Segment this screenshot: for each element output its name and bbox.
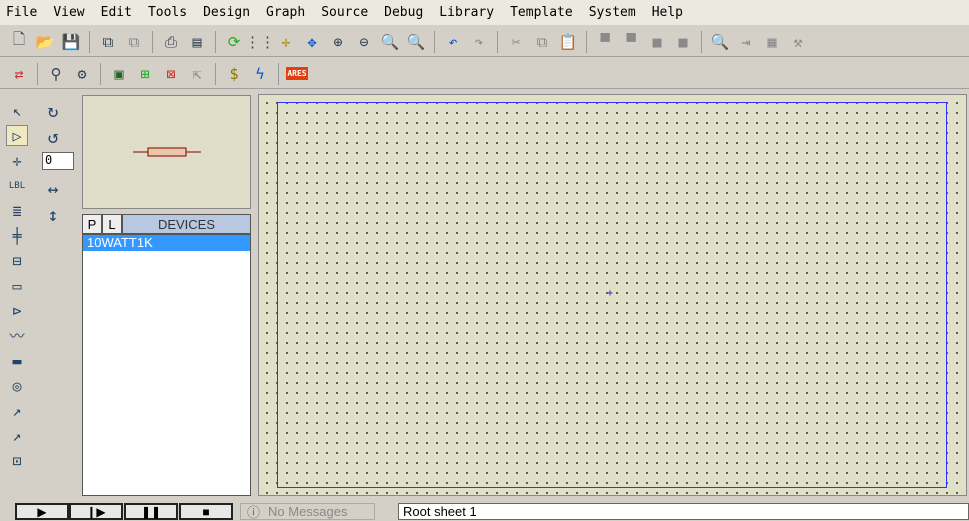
voltage-probe-icon[interactable]: ↗ [6,400,28,421]
step-button[interactable]: ❙▶ [69,503,123,520]
subcircuit-icon[interactable]: ⊟ [6,250,28,271]
exit-to-parent-icon: ⇱ [192,64,202,83]
device-list: 10WATT1K [82,234,251,496]
stop-button[interactable]: ■ [179,503,233,520]
decompose-icon: ⚒ [793,32,803,51]
block-delete-icon: ■ [678,32,688,51]
menu-graph[interactable]: Graph [266,5,305,20]
make-device-icon: ⇥ [741,32,751,51]
library-manager-button[interactable]: L [102,214,122,234]
device-list-item[interactable]: 10WATT1K [83,235,250,251]
package-tool-icon: ▦ [767,32,777,51]
remove-sheet-icon[interactable]: ⊠ [160,63,182,85]
graph-icon[interactable]: 〰 [6,325,28,346]
design-toolbar: ⇄ ⚲ ⚙ ▣ ⊞ ⊠ ⇱ $ ϟ ARES [0,59,969,89]
export-icon: ⧉ [128,32,140,51]
main-toolbar: 🗋 📂 💾 ⧉ ⧉ ⎙ ▤ ⟳ ⋮⋮ ✛ ✥ ⊕ ⊖ 🔍 🔍 ↶ ↷ ✂ ⧉ 📋… [0,27,969,57]
rotation-toolbar: ↻ ↺ 0 ↔ ↕ [42,100,76,230]
new-sheet-icon[interactable]: ⊞ [134,63,156,85]
zoom-out-icon[interactable]: ⊖ [353,31,375,53]
menu-edit[interactable]: Edit [101,5,132,20]
info-icon: ⓘ [247,505,261,520]
wire-autorouter-icon[interactable]: ⇄ [8,63,30,85]
pause-button[interactable]: ❚❚ [124,503,178,520]
zoom-in-icon[interactable]: ⊕ [327,31,349,53]
terminals-icon[interactable]: ▭ [6,275,28,296]
resistor-preview-icon [133,147,201,157]
menu-file[interactable]: File [6,5,37,20]
new-file-icon[interactable]: 🗋 [8,30,30,53]
selection-mode-icon[interactable]: ↖ [6,100,28,121]
rotate-clockwise-icon[interactable]: ↻ [42,100,64,122]
status-bar: ▶ ❙▶ ❚❚ ■ ⓘ No Messages Root sheet 1 [0,500,969,520]
redo-icon: ↷ [474,32,484,51]
text-script-icon[interactable]: ≣ [6,200,28,221]
menu-bar: File View Edit Tools Design Graph Source… [0,0,969,25]
device-pins-icon[interactable]: ⊳ [6,300,28,321]
component-preview [82,95,251,209]
origin-icon[interactable]: ✛ [275,31,297,53]
paste-icon: 📋 [558,32,578,51]
pick-devices-button[interactable]: P [82,214,102,234]
save-icon[interactable]: 💾 [60,31,82,53]
current-probe-icon[interactable]: ↗ [6,425,28,446]
copy-icon: ⧉ [536,32,548,51]
mirror-horizontal-icon[interactable]: ↔ [42,178,64,200]
generator-icon[interactable]: ◎ [6,375,28,396]
mirror-vertical-icon[interactable]: ↕ [42,204,64,226]
block-rotate-icon: ■ [652,32,662,51]
menu-help[interactable]: Help [652,5,683,20]
block-move-icon: ▀ [626,32,636,51]
menu-debug[interactable]: Debug [384,5,423,20]
menu-library[interactable]: Library [439,5,494,20]
menu-source[interactable]: Source [321,5,368,20]
menu-view[interactable]: View [53,5,84,20]
play-button[interactable]: ▶ [15,503,69,520]
mode-toolbar: ↖ ▷ ✛ LBL ≣ ╪ ⊟ ▭ ⊳ 〰 ▬ ◎ ↗ ↗ ⊡ [0,96,38,475]
cut-icon: ✂ [511,32,521,51]
sheet-name: Root sheet 1 [398,503,969,520]
tape-recorder-icon[interactable]: ▬ [6,350,28,371]
property-assignment-icon[interactable]: ⚙ [71,63,93,85]
design-explorer-icon[interactable]: ▣ [108,63,130,85]
junction-dot-icon[interactable]: ✛ [6,150,28,171]
menu-design[interactable]: Design [203,5,250,20]
pan-icon[interactable]: ✥ [301,31,323,53]
schematic-canvas[interactable]: + [258,94,967,496]
messages-text: No Messages [268,504,348,519]
buses-icon[interactable]: ╪ [6,225,28,246]
rotation-angle-input[interactable]: 0 [42,152,74,170]
virtual-instruments-icon[interactable]: ⊡ [6,450,28,471]
print-area-icon[interactable]: ▤ [186,31,208,53]
zoom-area-icon[interactable]: 🔍 [405,31,427,53]
bill-of-materials-icon[interactable]: $ [223,63,245,85]
open-folder-icon[interactable]: 📂 [34,31,56,53]
device-selector-header: P L DEVICES [82,214,251,234]
message-panel[interactable]: ⓘ No Messages [240,503,375,520]
block-copy-icon: ▀ [600,32,610,51]
ares-icon[interactable]: ARES [286,63,308,85]
search-tag-icon[interactable]: ⚲ [45,63,67,85]
menu-template[interactable]: Template [510,5,573,20]
component-mode-icon[interactable]: ▷ [6,125,28,146]
grid-icon[interactable]: ⋮⋮ [245,31,275,53]
menu-tools[interactable]: Tools [148,5,187,20]
menu-system[interactable]: System [589,5,636,20]
refresh-icon[interactable]: ⟳ [223,31,245,53]
rotate-anticlockwise-icon[interactable]: ↺ [42,126,64,148]
electrical-rule-check-icon[interactable]: ϟ [249,63,271,85]
undo-icon[interactable]: ↶ [442,31,464,53]
origin-marker-icon: + [607,288,614,299]
pick-device-icon[interactable]: 🔍 [709,31,731,53]
zoom-all-icon[interactable]: 🔍 [379,31,401,53]
devices-header: DEVICES [122,214,251,234]
print-icon[interactable]: ⎙ [160,31,182,53]
wire-label-icon[interactable]: LBL [6,175,28,196]
import-icon[interactable]: ⧉ [97,31,119,53]
